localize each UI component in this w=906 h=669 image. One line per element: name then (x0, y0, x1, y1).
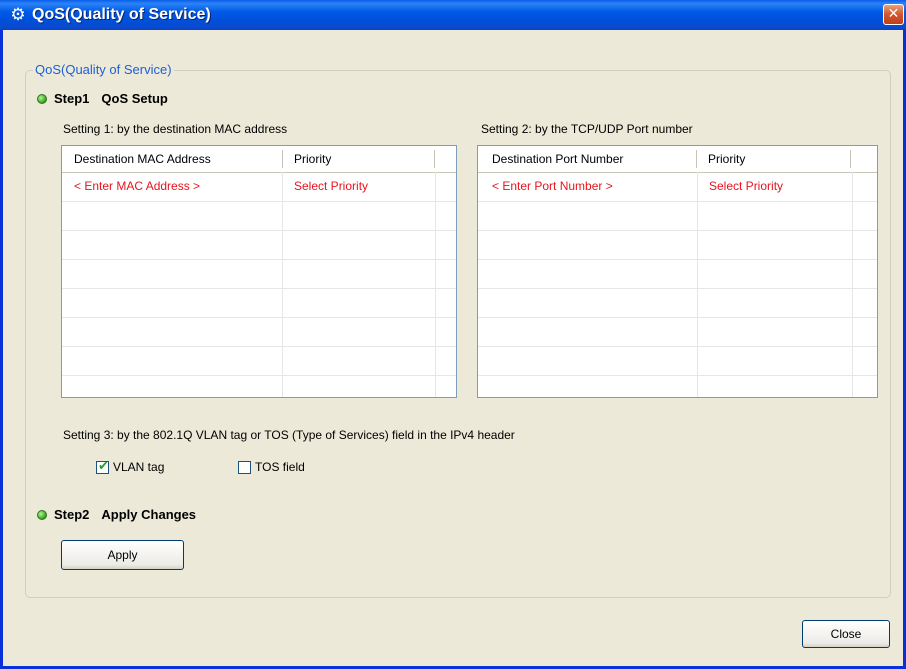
step2-label: Step2 (54, 507, 90, 522)
table-row[interactable] (478, 289, 877, 318)
port-number-cell[interactable]: < Enter Port Number > (478, 173, 697, 201)
table-row[interactable] (478, 260, 877, 289)
table-row[interactable] (62, 347, 456, 376)
column-divider[interactable] (850, 150, 851, 168)
qos-dialog: ⚙ QoS(Quality of Service) ✕ QoS(Quality … (0, 0, 906, 669)
setting3-caption: Setting 3: by the 802.1Q VLAN tag or TOS… (63, 428, 515, 442)
table-row[interactable] (478, 347, 877, 376)
table-row[interactable] (62, 202, 456, 231)
title-bar[interactable]: ⚙ QoS(Quality of Service) ✕ (0, 0, 906, 30)
column-header-mac[interactable]: Destination MAC Address (62, 146, 282, 172)
close-icon[interactable]: ✕ (883, 4, 904, 25)
tos-field-checkbox[interactable]: TOS field (238, 460, 305, 474)
step1-label: Step1 (54, 91, 90, 106)
table-row[interactable] (62, 260, 456, 289)
window-title: QoS(Quality of Service) (32, 6, 211, 23)
table-row[interactable] (478, 318, 877, 347)
checkbox-box[interactable] (238, 460, 251, 474)
table-row[interactable] (62, 289, 456, 318)
step1-title: QoS Setup (101, 91, 168, 106)
port-number-table[interactable]: Destination Port Number Priority < Enter… (477, 145, 878, 398)
column-header-priority[interactable]: Priority (696, 146, 848, 172)
close-button[interactable]: Close (802, 620, 890, 648)
setting2-caption: Setting 2: by the TCP/UDP Port number (481, 122, 693, 136)
vlan-tag-checkbox[interactable]: ✔ VLAN tag (96, 458, 165, 474)
tos-field-label: TOS field (255, 460, 305, 474)
table-row[interactable]: < Enter MAC Address > Select Priority (62, 173, 456, 202)
table-row[interactable] (478, 231, 877, 260)
table-header: Destination Port Number Priority (478, 146, 877, 173)
table-row[interactable] (478, 202, 877, 231)
setting1-caption: Setting 1: by the destination MAC addres… (63, 122, 288, 136)
groupbox-legend: QoS(Quality of Service) (33, 62, 174, 78)
checkbox-box[interactable]: ✔ (96, 458, 109, 474)
green-dot-icon (37, 509, 47, 520)
apply-button[interactable]: Apply (61, 540, 184, 570)
green-dot-icon (37, 93, 47, 104)
step1-header: Step1 QoS Setup (37, 91, 168, 106)
column-header-priority[interactable]: Priority (282, 146, 432, 172)
table-row[interactable] (62, 318, 456, 347)
column-header-port[interactable]: Destination Port Number (478, 146, 696, 172)
priority-cell[interactable]: Select Priority (282, 173, 435, 201)
priority-cell[interactable]: Select Priority (697, 173, 852, 201)
column-divider[interactable] (434, 150, 435, 168)
table-header: Destination MAC Address Priority (62, 146, 456, 173)
step2-title: Apply Changes (101, 507, 197, 522)
mac-address-cell[interactable]: < Enter MAC Address > (62, 173, 282, 201)
table-row[interactable]: < Enter Port Number > Select Priority (478, 173, 877, 202)
checkmark-icon: ✔ (98, 458, 109, 474)
table-row[interactable] (62, 231, 456, 260)
vlan-tag-label: VLAN tag (113, 460, 165, 474)
step2-header: Step2 Apply Changes (37, 507, 196, 522)
mac-address-table[interactable]: Destination MAC Address Priority < Enter… (61, 145, 457, 398)
gear-app-icon: ⚙ (10, 5, 26, 25)
